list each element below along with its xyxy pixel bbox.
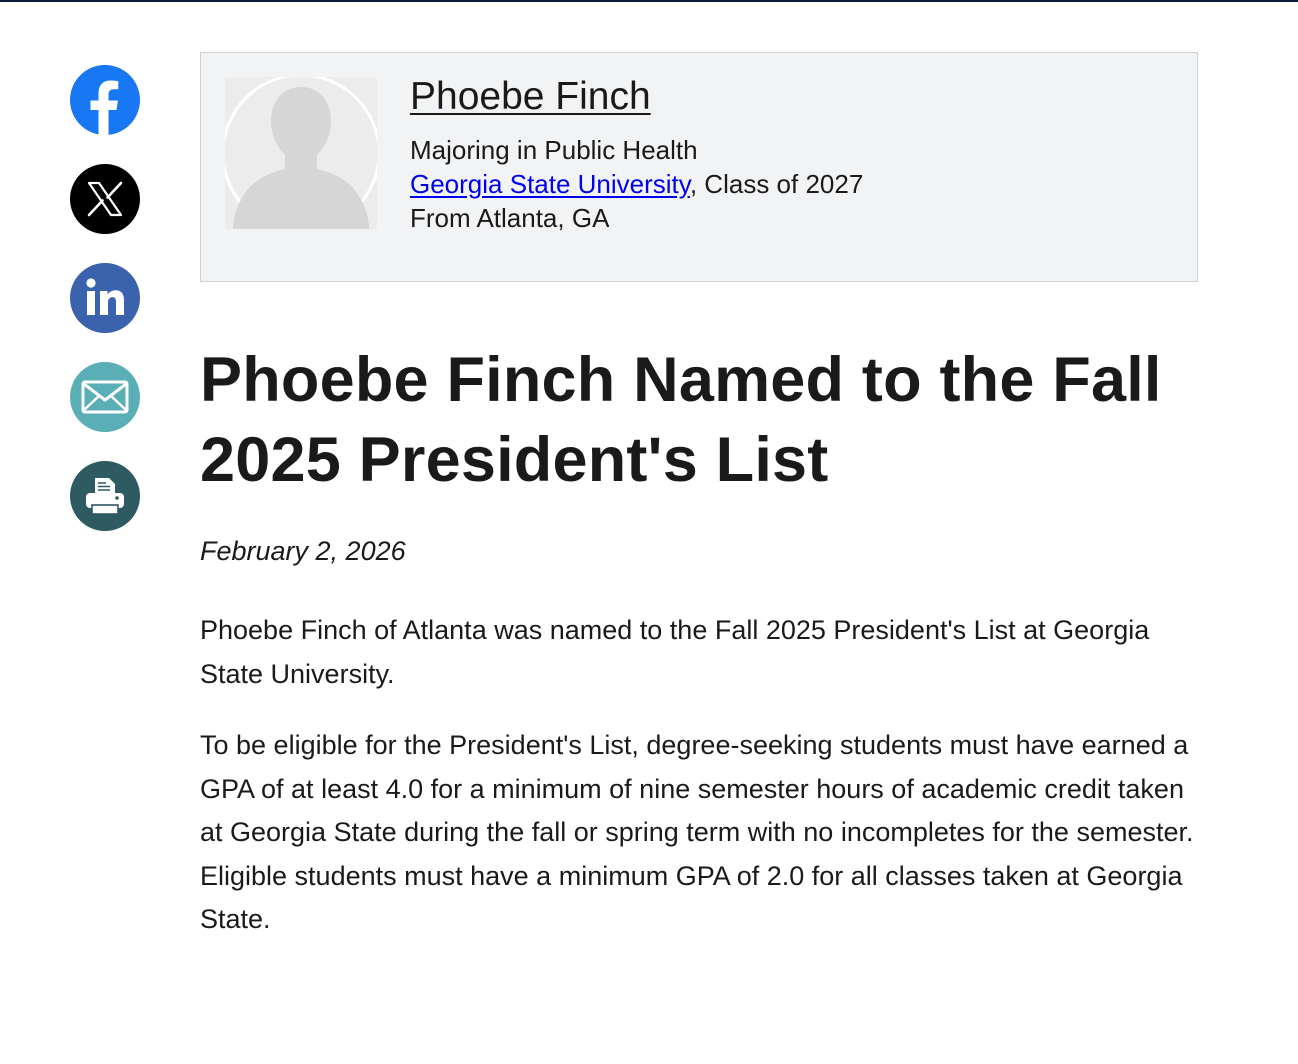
student-name-link[interactable]: Phoebe Finch — [410, 75, 651, 119]
facebook-share-button[interactable] — [70, 65, 140, 135]
profile-major: Majoring in Public Health — [410, 135, 698, 165]
envelope-icon — [81, 380, 129, 414]
person-silhouette-icon — [225, 77, 377, 229]
article-paragraph: To be eligible for the President's List,… — [200, 730, 1194, 934]
profile-info: Phoebe Finch Majoring in Public Health G… — [410, 75, 863, 235]
article-title: Phoebe Finch Named to the Fall 2025 Pres… — [200, 345, 1162, 495]
article-body: Phoebe Finch of Atlanta was named to the… — [200, 609, 1200, 970]
x-icon — [87, 181, 123, 217]
linkedin-icon — [86, 278, 124, 315]
profile-school-line: Georgia State University, Class of 2027 — [410, 167, 863, 201]
facebook-icon — [90, 80, 119, 135]
x-share-button[interactable] — [70, 164, 140, 234]
top-rule — [0, 0, 1298, 2]
university-link[interactable]: Georgia State University — [410, 169, 690, 199]
linkedin-share-button[interactable] — [70, 263, 140, 333]
email-share-button[interactable] — [70, 362, 140, 432]
article-date: February 2, 2026 — [200, 536, 406, 566]
profile-hometown: From Atlanta, GA — [410, 203, 610, 233]
print-button[interactable] — [70, 461, 140, 531]
article-paragraph: Phoebe Finch of Atlanta was named to the… — [200, 615, 1150, 689]
printer-icon — [86, 478, 124, 515]
share-bar — [70, 65, 140, 560]
avatar-placeholder — [225, 77, 377, 229]
profile-card: Phoebe Finch Majoring in Public Health G… — [200, 52, 1198, 282]
class-year: , Class of 2027 — [689, 169, 864, 199]
